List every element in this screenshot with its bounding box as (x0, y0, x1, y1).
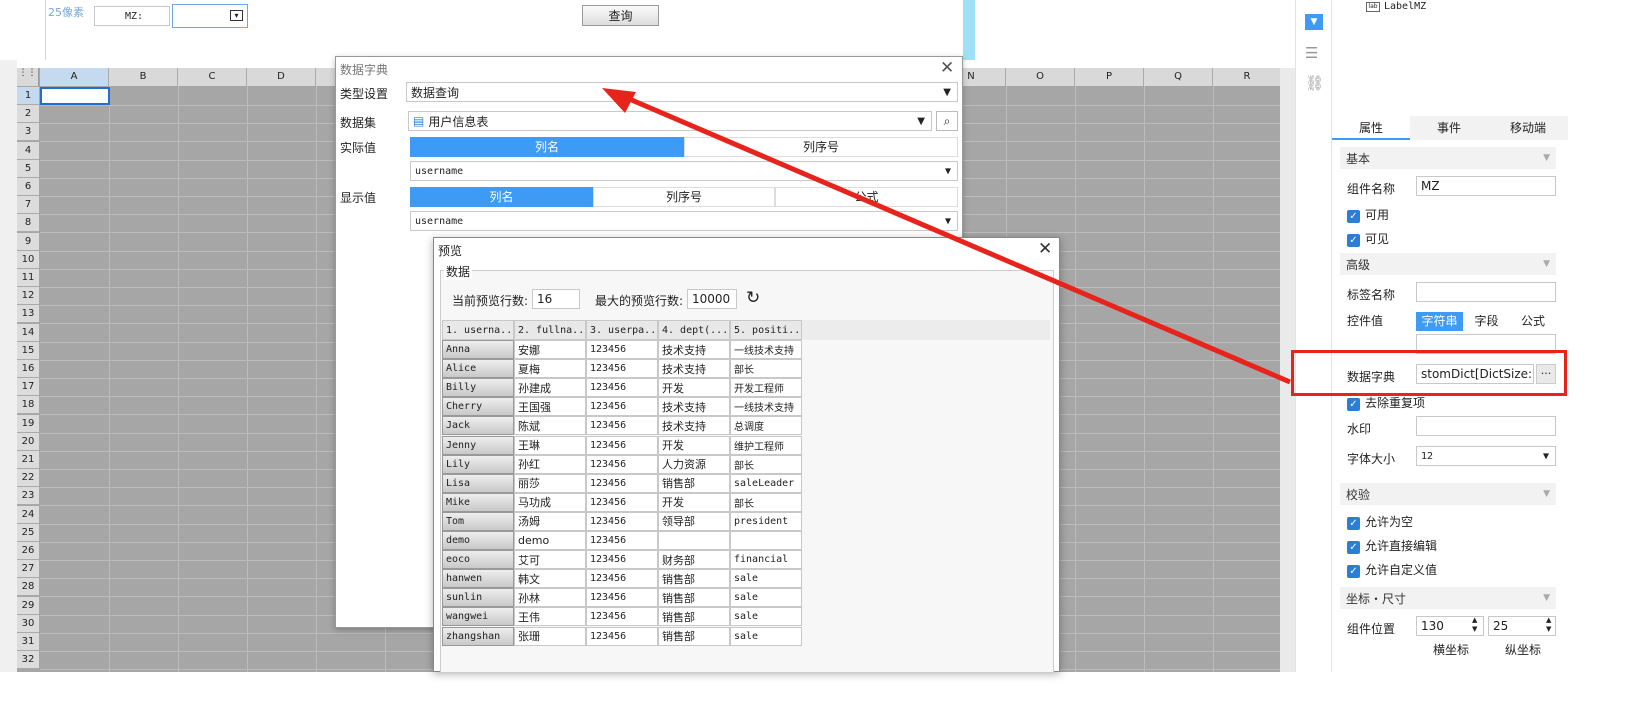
allow-empty-checkbox[interactable]: ✓ 允许为空 (1347, 513, 1413, 530)
visible-checkbox[interactable]: ✓ 可见 (1347, 230, 1389, 247)
chevron-down-icon: ▼ (1543, 593, 1550, 603)
section-basic[interactable]: 基本 ▼ (1340, 147, 1556, 169)
label-icon: lab (1366, 2, 1380, 12)
tab-properties[interactable]: 属性 (1332, 116, 1410, 140)
font-size-select[interactable]: 12 ▼ (1416, 446, 1556, 466)
font-size-label: 字体大小 (1347, 452, 1396, 466)
chevron-down-icon: ▼ (1543, 489, 1550, 499)
tab-mobile[interactable]: 移动端 (1488, 116, 1568, 140)
allow-custom-checkbox[interactable]: ✓ 允许自定义值 (1347, 561, 1437, 578)
check-icon: ✓ (1347, 565, 1360, 578)
comp-name-input[interactable]: MZ (1416, 176, 1556, 196)
check-icon: ✓ (1347, 517, 1360, 530)
pos-x-stepper[interactable]: ▲ ▼ (1472, 616, 1477, 634)
chevron-down-icon: ▼ (1543, 259, 1550, 269)
tree-item-labelmz[interactable]: LabelMZ (1384, 1, 1426, 12)
dict-input[interactable]: stomDict[DictSize:10] (1416, 364, 1534, 384)
widget-list-icon[interactable]: ▼ (1305, 14, 1323, 30)
arrow-shaft (619, 92, 1291, 385)
tool-strip (1295, 0, 1332, 672)
watermark-input[interactable] (1416, 416, 1556, 436)
tag-name-label: 标签名称 (1347, 288, 1396, 302)
ctrl-value-label: 控件值 (1347, 314, 1384, 328)
link-icon[interactable]: ⛓ (1305, 74, 1324, 92)
check-icon: ✓ (1347, 398, 1360, 411)
section-advanced[interactable]: 高级 ▼ (1340, 253, 1556, 275)
dict-label: 数据字典 (1347, 370, 1396, 384)
dedupe-checkbox[interactable]: ✓ 去除重复项 (1347, 394, 1425, 411)
ctrl-tab-formula[interactable]: 公式 (1510, 312, 1556, 331)
section-validate[interactable]: 校验 ▼ (1340, 483, 1556, 505)
dict-edit-button[interactable]: ··· (1536, 364, 1556, 384)
ctrl-tab-string[interactable]: 字符串 (1416, 312, 1463, 331)
check-icon: ✓ (1347, 234, 1360, 247)
chevron-down-icon: ▼ (1542, 450, 1549, 462)
enabled-checkbox[interactable]: ✓ 可用 (1347, 206, 1389, 223)
x-caption: 横坐标 (1433, 643, 1470, 657)
layout-icon[interactable]: ☰ (1305, 44, 1318, 62)
y-caption: 纵坐标 (1505, 643, 1542, 657)
chevron-down-icon: ▼ (1543, 153, 1550, 163)
tag-name-input[interactable] (1416, 282, 1556, 302)
check-icon: ✓ (1347, 541, 1360, 554)
check-icon: ✓ (1347, 210, 1360, 223)
comp-name-label: 组件名称 (1347, 182, 1396, 196)
ctrl-tab-field[interactable]: 字段 (1463, 312, 1510, 331)
section-coord[interactable]: 坐标・尺寸 ▼ (1340, 587, 1556, 609)
pos-y-stepper[interactable]: ▲ ▼ (1546, 616, 1551, 634)
tab-events[interactable]: 事件 (1410, 116, 1488, 140)
watermark-label: 水印 (1347, 422, 1372, 436)
pos-label: 组件位置 (1347, 622, 1396, 636)
arrow-head (602, 88, 636, 113)
allow-edit-checkbox[interactable]: ✓ 允许直接编辑 (1347, 537, 1437, 554)
